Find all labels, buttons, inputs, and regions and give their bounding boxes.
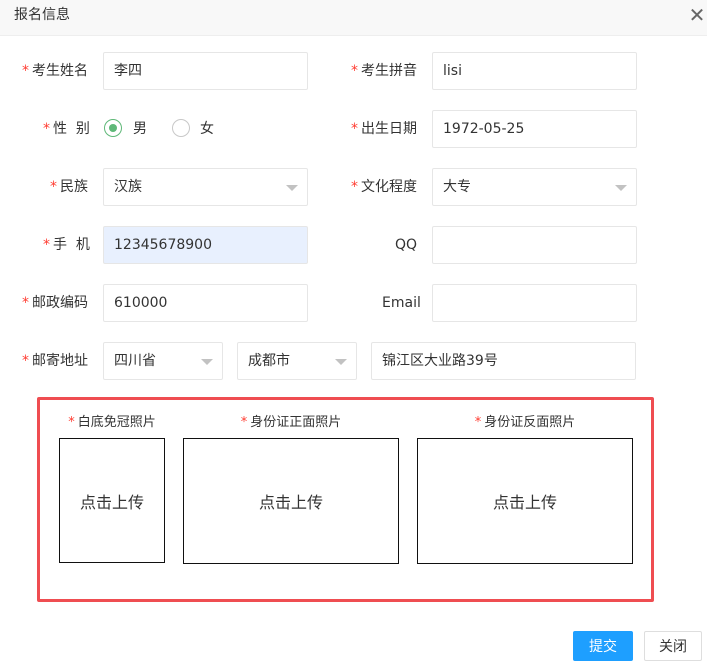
name-label: * 考生姓名 (22, 63, 88, 79)
qq-input[interactable] (432, 226, 637, 264)
chevron-down-icon (201, 359, 213, 365)
birthdate-input[interactable]: 1972-05-25 (432, 110, 637, 148)
gender-label: * 性 别 (43, 121, 90, 137)
phone-input[interactable]: 12345678900 (103, 226, 308, 264)
chevron-down-icon (615, 185, 627, 191)
id-back-upload-action: 点击上传 (492, 493, 557, 512)
dialog-title: 报名信息 (14, 7, 70, 23)
close-button[interactable]: 关闭 (644, 631, 702, 661)
id-back-upload-title: * 身份证反面照片 (474, 415, 576, 430)
gender-female-radio[interactable] (172, 119, 190, 137)
pinyin-input[interactable]: lisi (432, 52, 637, 90)
submit-button[interactable]: 提交 (573, 631, 633, 661)
required-mark: * (351, 179, 358, 195)
id-front-upload-action: 点击上传 (258, 493, 323, 512)
photo-upload-title: * 白底免冠照片 (68, 415, 156, 430)
province-select[interactable]: 四川省 (103, 342, 223, 380)
province-value: 四川省 (114, 353, 156, 369)
gender-female-label[interactable]: 女 (200, 119, 214, 139)
required-mark: * (240, 415, 248, 430)
gender-male-radio[interactable] (104, 119, 122, 137)
chevron-down-icon (335, 359, 347, 365)
required-mark: * (351, 121, 358, 137)
address-detail-input[interactable]: 锦江区大业路39号 (371, 342, 636, 380)
education-label: * 文化程度 (351, 179, 417, 195)
ethnicity-value: 汉族 (114, 179, 142, 195)
required-mark: * (474, 415, 482, 430)
postcode-label: * 邮政编码 (22, 295, 88, 311)
pinyin-label: * 考生拼音 (351, 63, 417, 79)
dialog-titlebar (0, 0, 707, 36)
required-mark: * (68, 415, 75, 430)
required-mark: * (22, 353, 29, 369)
close-icon[interactable]: ✕ (688, 5, 706, 25)
education-value: 大专 (443, 179, 471, 195)
id-back-upload-box[interactable]: 点击上传 (417, 438, 633, 564)
photo-upload-action: 点击上传 (79, 492, 144, 512)
photo-upload-box[interactable]: 点击上传 (59, 438, 165, 563)
city-select[interactable]: 成都市 (237, 342, 357, 380)
required-mark: * (22, 63, 29, 79)
email-label: Email (382, 295, 421, 311)
required-mark: * (351, 63, 358, 79)
ethnicity-select[interactable]: 汉族 (103, 168, 308, 206)
postcode-input[interactable]: 610000 (103, 284, 308, 322)
chevron-down-icon (286, 185, 298, 191)
required-mark: * (50, 179, 57, 195)
id-front-upload-box[interactable]: 点击上传 (183, 438, 399, 564)
qq-label: QQ (395, 237, 418, 253)
phone-label: * 手 机 (43, 237, 90, 253)
city-value: 成都市 (248, 353, 290, 369)
gender-male-label[interactable]: 男 (133, 119, 147, 139)
id-front-upload-title: * 身份证正面照片 (240, 415, 342, 430)
required-mark: * (43, 237, 50, 253)
name-input[interactable]: 李四 (103, 52, 308, 90)
required-mark: * (43, 121, 50, 137)
required-mark: * (22, 295, 29, 311)
email-input[interactable] (432, 284, 637, 322)
education-select[interactable]: 大专 (432, 168, 637, 206)
birthdate-label: * 出生日期 (351, 121, 417, 137)
ethnicity-label: * 民族 (50, 179, 88, 195)
address-label: * 邮寄地址 (22, 353, 88, 369)
